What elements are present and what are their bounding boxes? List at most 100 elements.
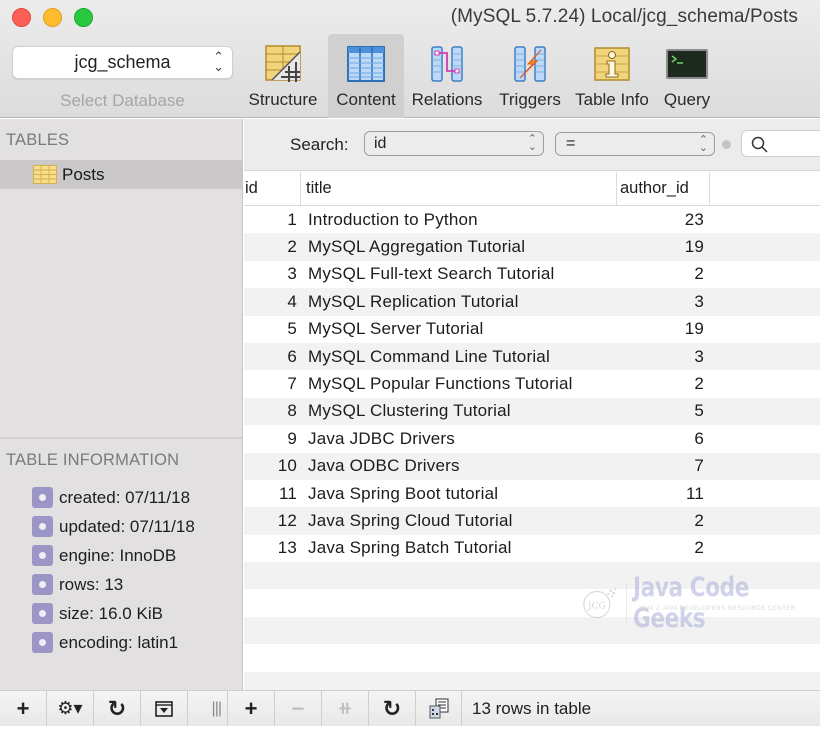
info-bullet-icon	[32, 545, 53, 566]
column-header-title[interactable]: title	[301, 172, 617, 205]
cell-title[interactable]: MySQL Clustering Tutorial	[297, 401, 612, 421]
window-bottom-edge	[0, 726, 820, 735]
window-toolbar: (MySQL 5.7.24) Local/jcg_schema/Posts jc…	[0, 0, 820, 118]
cell-author-id[interactable]: 2	[612, 264, 704, 284]
refresh-icon: ↻	[107, 695, 127, 721]
refresh-tables-button[interactable]: ↻	[94, 691, 141, 726]
cell-title[interactable]: MySQL Replication Tutorial	[297, 292, 612, 312]
minimize-window-button[interactable]	[43, 8, 62, 27]
table-row[interactable]: 12 Java Spring Cloud Tutorial 2	[244, 507, 820, 535]
tab-structure[interactable]: Structure	[245, 34, 321, 118]
table-row[interactable]: 9 Java JDBC Drivers 6	[244, 425, 820, 452]
table-row[interactable]: 3 MySQL Full-text Search Tutorial 2	[244, 261, 820, 288]
cell-id[interactable]: 8	[244, 401, 297, 421]
cell-title[interactable]: Introduction to Python	[297, 210, 612, 230]
table-icon	[33, 165, 57, 184]
info-item-updated: updated: 07/11/18	[32, 512, 195, 541]
cell-author-id[interactable]: 3	[612, 347, 704, 367]
cell-author-id[interactable]: 3	[612, 292, 704, 312]
search-label: Search:	[290, 135, 349, 154]
sidebar-resize-handle[interactable]: |||	[188, 691, 228, 726]
cell-author-id[interactable]: 2	[612, 511, 704, 531]
tab-table-info-label: Table Info	[575, 90, 649, 109]
filter-operator-select[interactable]: = ⌃ ⌄	[555, 132, 715, 156]
cell-id[interactable]: 7	[244, 374, 297, 394]
cell-id[interactable]: 12	[244, 511, 297, 531]
filter-value-input[interactable]	[741, 130, 820, 157]
cell-author-id[interactable]: 19	[612, 237, 704, 257]
sidebar-table-posts[interactable]: Posts	[0, 160, 242, 189]
duplicate-row-button[interactable]: ⧺	[322, 691, 369, 726]
info-bullet-icon	[32, 574, 53, 595]
toggle-table-info-button[interactable]	[141, 691, 188, 726]
info-item-created: created: 07/11/18	[32, 483, 195, 512]
table-row[interactable]: 11 Java Spring Boot tutorial 11	[244, 480, 820, 507]
cell-author-id[interactable]: 7	[612, 456, 704, 476]
tab-relations[interactable]: Relations	[409, 34, 485, 118]
table-row[interactable]: 1 Introduction to Python 23	[244, 206, 820, 233]
tab-triggers[interactable]: Triggers	[492, 34, 568, 118]
cell-title[interactable]: Java Spring Batch Tutorial	[297, 538, 612, 558]
cell-id[interactable]: 5	[244, 319, 297, 339]
table-row[interactable]: 10 Java ODBC Drivers 7	[244, 452, 820, 480]
tab-table-info[interactable]: Table Info	[571, 34, 653, 118]
cell-id[interactable]: 10	[244, 456, 297, 476]
table-information-list: created: 07/11/18 updated: 07/11/18 engi…	[32, 483, 195, 657]
cell-title[interactable]: Java Spring Cloud Tutorial	[297, 511, 612, 531]
table-row[interactable]: 7 MySQL Popular Functions Tutorial 2	[244, 370, 820, 397]
bottom-bar: + ⚙▾ ↻ ||| + − ⧺ ↻ 13 rows in table	[0, 690, 820, 726]
cell-author-id[interactable]: 2	[612, 538, 704, 558]
tab-query[interactable]: Query	[654, 34, 720, 118]
cell-id[interactable]: 9	[244, 429, 297, 449]
database-select[interactable]: jcg_schema ⌃ ⌄	[12, 46, 233, 79]
cell-author-id[interactable]: 2	[612, 374, 704, 394]
cell-id[interactable]: 1	[244, 210, 297, 230]
cell-title[interactable]: MySQL Command Line Tutorial	[297, 347, 612, 367]
table-row[interactable]: 13 Java Spring Batch Tutorial 2	[244, 535, 820, 562]
table-row[interactable]: 4 MySQL Replication Tutorial 3	[244, 288, 820, 316]
sidebar-divider[interactable]	[0, 437, 242, 439]
row-details-icon	[429, 698, 448, 718]
cell-id[interactable]: 13	[244, 538, 297, 558]
table-row[interactable]: 8 MySQL Clustering Tutorial 5	[244, 397, 820, 426]
delete-row-button[interactable]: −	[275, 691, 322, 726]
cell-title[interactable]: Java Spring Boot tutorial	[297, 484, 612, 504]
empty-row	[244, 644, 820, 671]
add-row-button[interactable]: +	[228, 691, 275, 726]
add-table-button[interactable]: +	[0, 691, 47, 726]
cell-id[interactable]: 6	[244, 347, 297, 367]
close-window-button[interactable]	[12, 8, 31, 27]
content-table: id title author_id 1 Introduction to Pyth…	[244, 172, 820, 690]
cell-title[interactable]: Java JDBC Drivers	[297, 429, 612, 449]
cell-title[interactable]: MySQL Server Tutorial	[297, 319, 612, 339]
cell-id[interactable]: 4	[244, 292, 297, 312]
filter-field-select[interactable]: id ⌃ ⌄	[364, 131, 544, 156]
table-row[interactable]: 5 MySQL Server Tutorial 19	[244, 316, 820, 343]
watermark-text: Java Code Geeks	[632, 572, 749, 634]
cell-id[interactable]: 2	[244, 237, 297, 257]
search-icon	[751, 136, 768, 153]
cell-title[interactable]: Java ODBC Drivers	[297, 456, 612, 476]
cell-author-id[interactable]: 11	[612, 484, 704, 504]
cell-title[interactable]: MySQL Popular Functions Tutorial	[297, 374, 612, 394]
tab-content[interactable]: Content	[328, 34, 404, 118]
column-header-author-id[interactable]: author_id	[617, 172, 710, 205]
zoom-window-button[interactable]	[74, 8, 93, 27]
table-row[interactable]: 6 MySQL Command Line Tutorial 3	[244, 342, 820, 371]
cell-title[interactable]: MySQL Aggregation Tutorial	[297, 237, 612, 257]
cell-id[interactable]: 11	[244, 484, 297, 504]
cell-id[interactable]: 3	[244, 264, 297, 284]
cell-author-id[interactable]: 5	[612, 401, 704, 421]
column-header-id[interactable]: id	[244, 172, 301, 205]
table-actions-gear-button[interactable]: ⚙▾	[47, 691, 94, 726]
gear-icon: ⚙▾	[57, 698, 83, 718]
cell-author-id[interactable]: 23	[612, 210, 704, 230]
show-row-details-button[interactable]	[416, 691, 462, 726]
cell-author-id[interactable]: 19	[612, 319, 704, 339]
cell-title[interactable]: MySQL Full-text Search Tutorial	[297, 264, 612, 284]
table-row[interactable]: 2 MySQL Aggregation Tutorial 19	[244, 233, 820, 261]
cell-author-id[interactable]: 6	[612, 429, 704, 449]
minus-icon: −	[291, 695, 305, 721]
refresh-icon: ↻	[382, 695, 402, 721]
refresh-content-button[interactable]: ↻	[369, 691, 416, 726]
